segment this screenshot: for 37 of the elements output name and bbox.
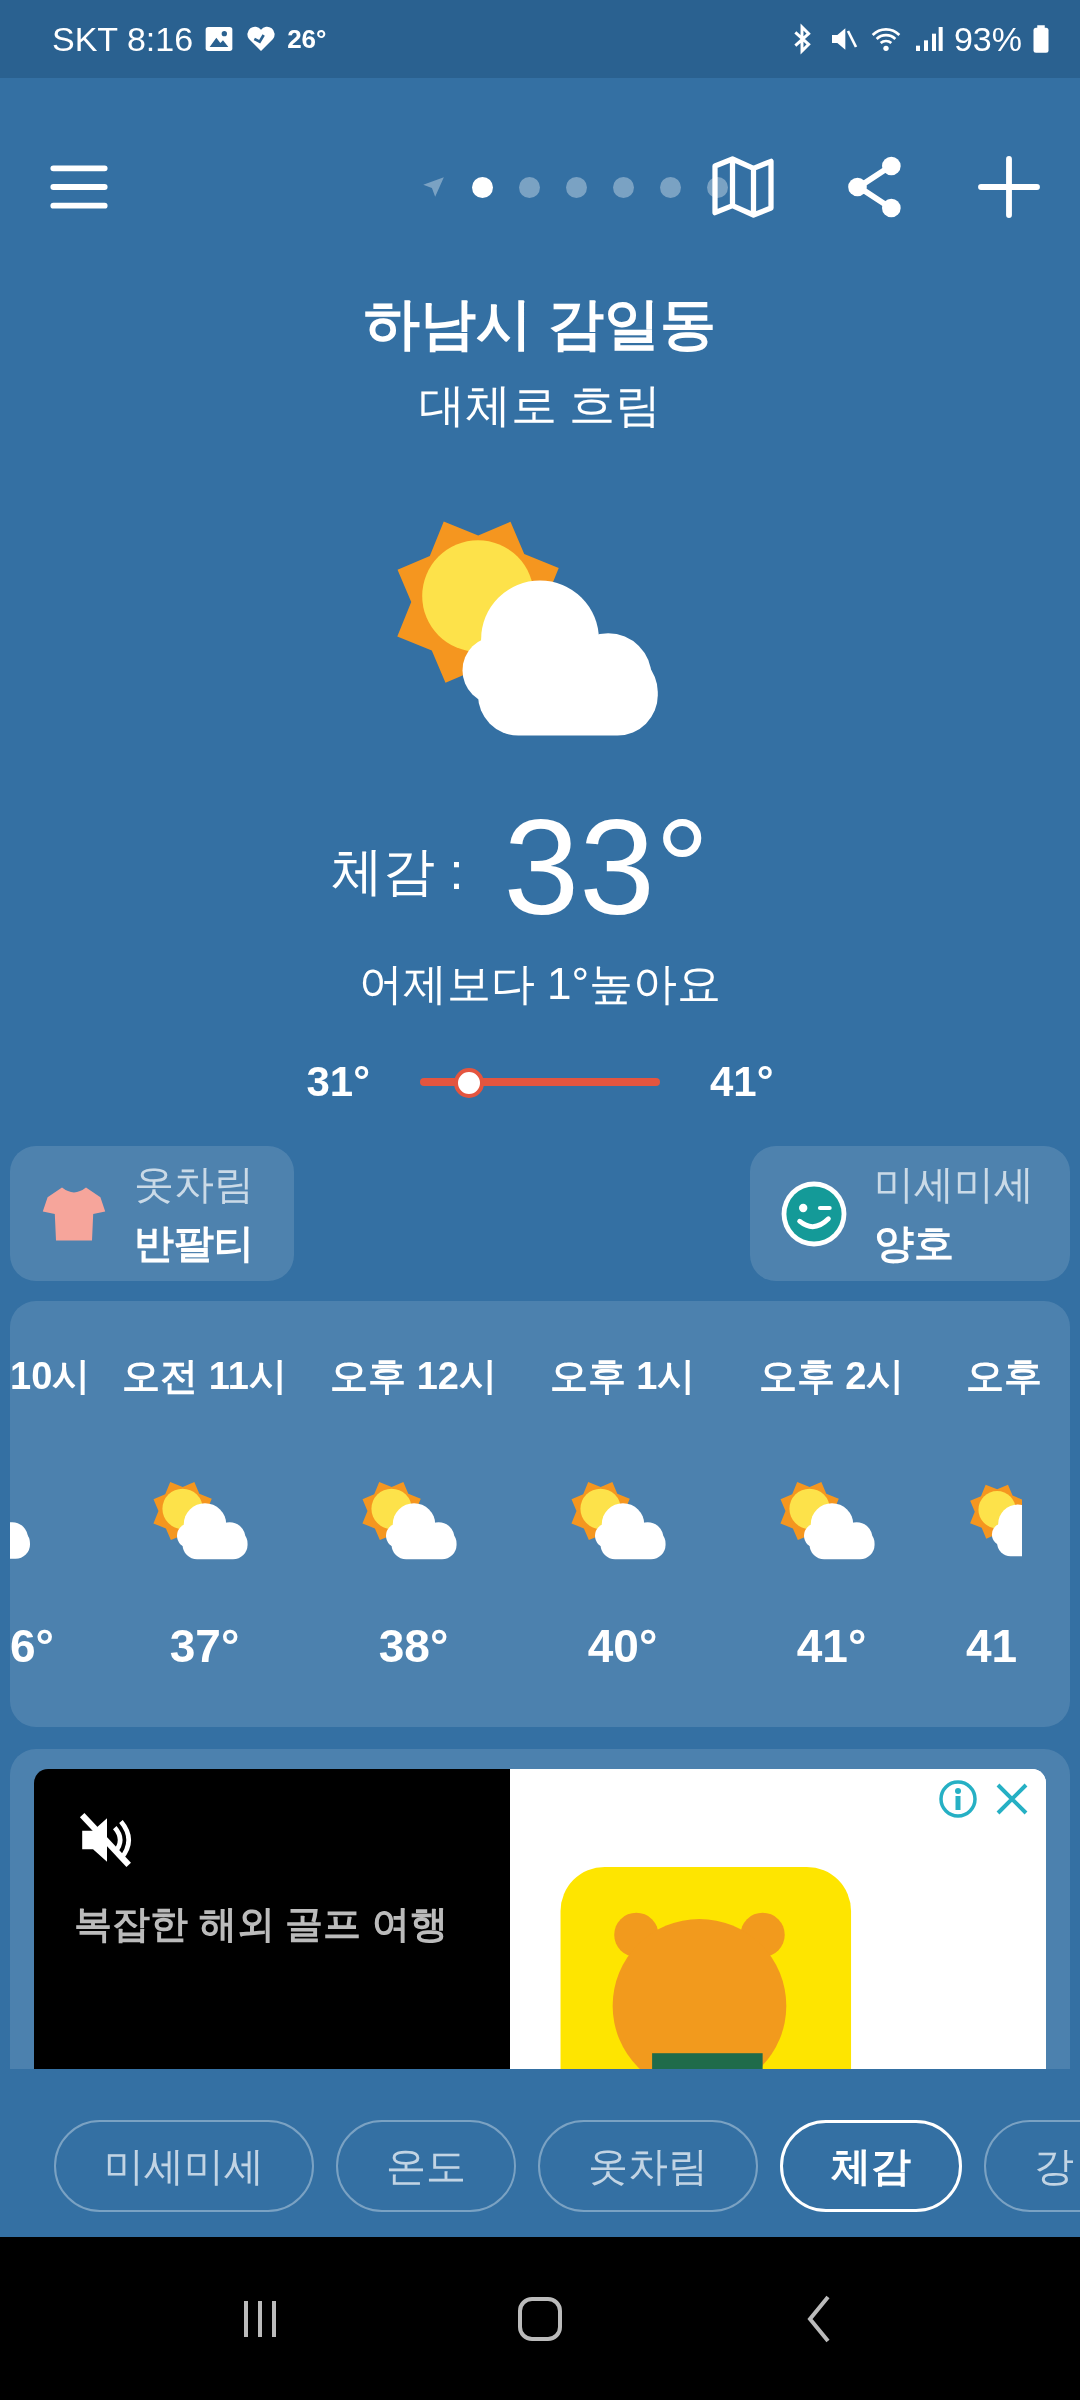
battery-icon: [1032, 24, 1050, 54]
weather-condition: 대체로 흐림: [417, 378, 663, 433]
feels-like-temperature: 33°: [503, 792, 710, 942]
hour-label: 오후 2시: [758, 1354, 905, 1399]
category-tab[interactable]: 미세미세: [54, 2120, 314, 2212]
hour-temperature: 41: [966, 1619, 1018, 1673]
battery-percent: 93%: [953, 19, 1022, 59]
hour-temperature: 41°: [796, 1619, 867, 1673]
hour-label: 오후: [966, 1354, 1042, 1399]
location-name: 하남시 감일동: [363, 291, 717, 357]
hour-temperature: 40°: [587, 1619, 658, 1673]
hour-label: 오후 12시: [330, 1354, 497, 1399]
category-tab[interactable]: 옷차림: [538, 2120, 758, 2212]
hour-label: 10시: [10, 1354, 91, 1399]
category-tab[interactable]: 강: [984, 2120, 1080, 2212]
min-temperature: 31°: [306, 1058, 370, 1106]
temperature-comparison: 어제보다 1°높아요: [357, 958, 723, 1010]
category-tab[interactable]: 체감: [780, 2120, 962, 2212]
card-title: 옷차림: [134, 1160, 254, 1208]
hour-label: 오후 1시: [549, 1354, 696, 1399]
info-icon[interactable]: [938, 1779, 978, 1819]
hour-temperature: 6°: [10, 1619, 54, 1673]
card-title: 미세미세: [874, 1160, 1034, 1208]
cloud-icon: [10, 1522, 30, 1559]
hour-temperature: 38°: [378, 1619, 449, 1673]
status-temp: 26°: [287, 23, 327, 55]
category-tab[interactable]: 온도: [336, 2120, 516, 2212]
status-time: SKT 8:16: [52, 19, 194, 59]
card-value: 반팔티: [134, 1219, 254, 1267]
info-card[interactable]: 옷차림 반팔티: [10, 1146, 294, 1281]
max-temperature: 41°: [710, 1058, 774, 1106]
info-card[interactable]: 미세미세 양호: [750, 1146, 1070, 1281]
hour-temperature: 37°: [169, 1619, 240, 1673]
hour-label: 오전 11시: [122, 1354, 287, 1399]
feels-like-label: 체감 :: [330, 841, 464, 902]
card-value: 양호: [874, 1219, 955, 1267]
ad-headline: 복잡한 해외 골프 여행: [74, 1902, 448, 1947]
